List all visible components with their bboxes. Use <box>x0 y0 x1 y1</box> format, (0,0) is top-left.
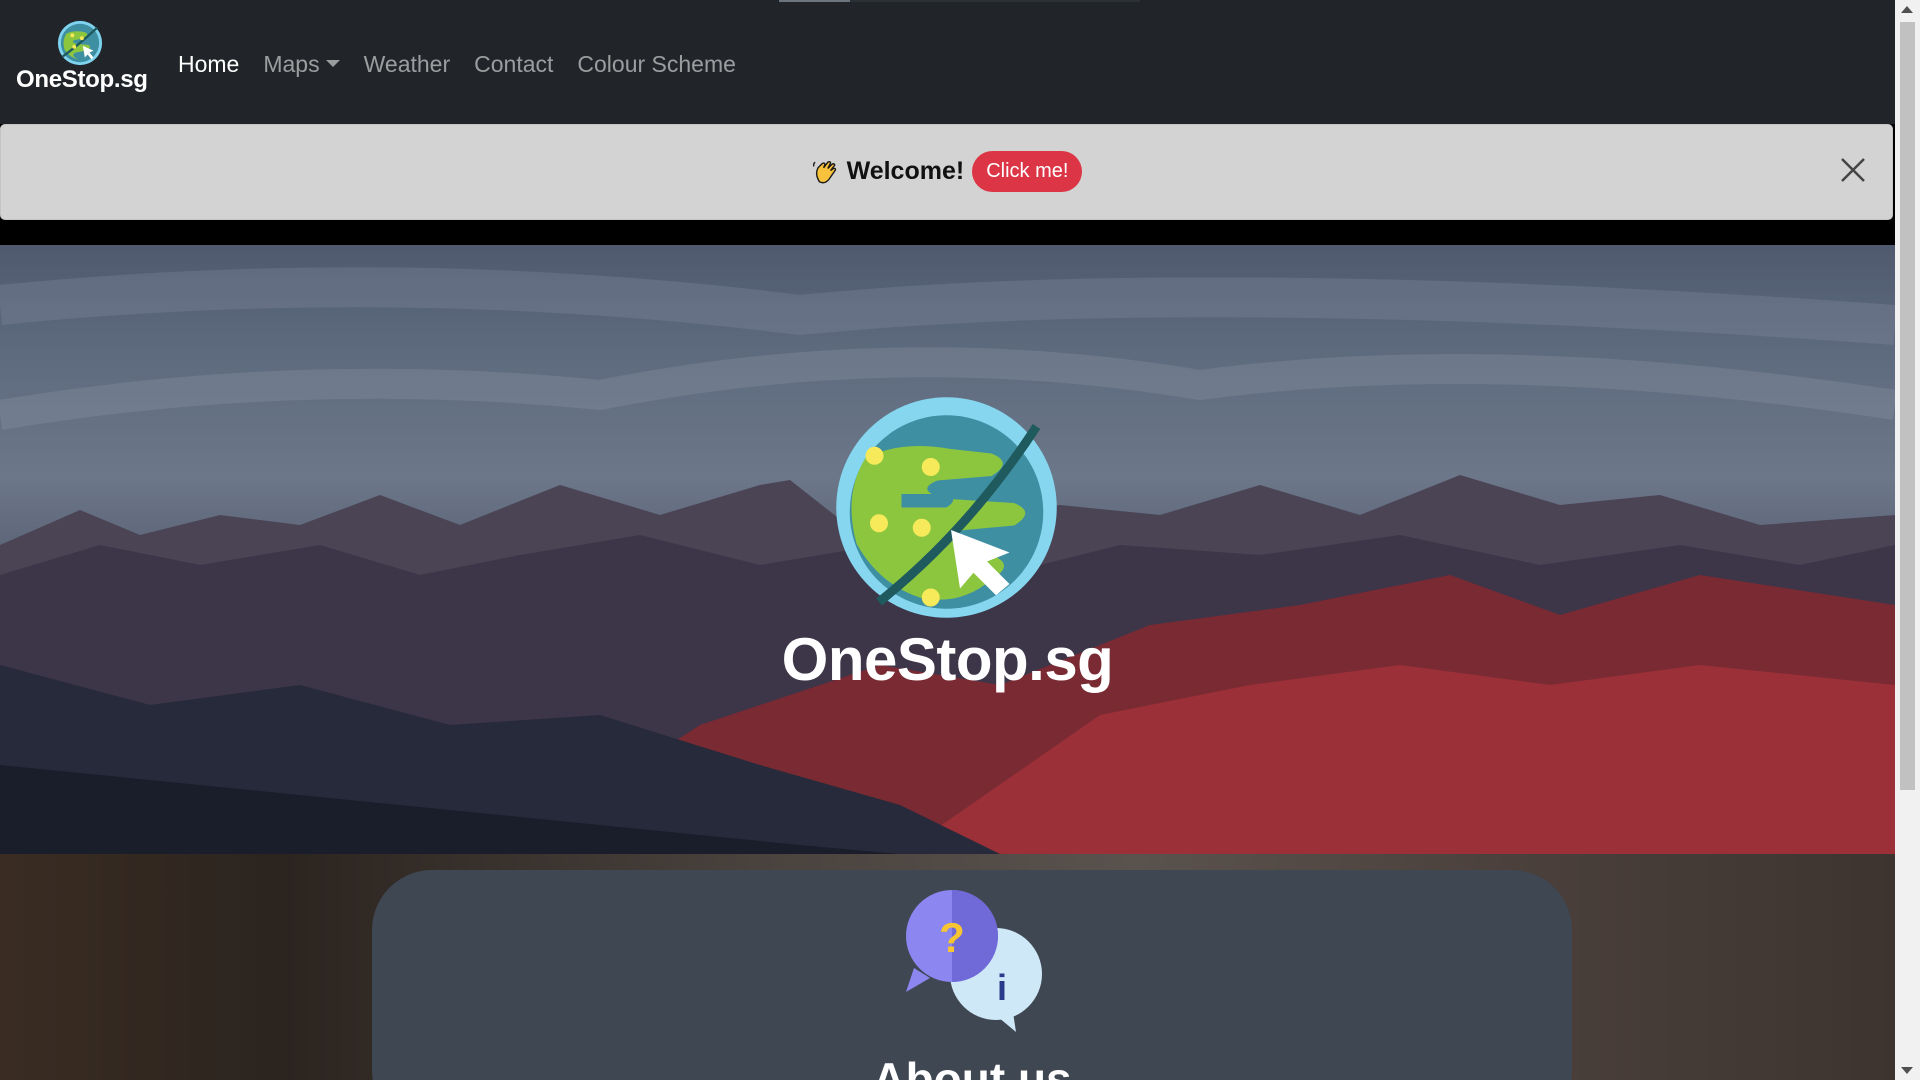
about-card: ? i About us <box>372 870 1572 1080</box>
globe-cursor-icon <box>836 397 1057 618</box>
scroll-up-arrow-icon[interactable] <box>1901 6 1913 13</box>
scrollbar-thumb[interactable] <box>1900 22 1915 790</box>
navbar: OneStop.sg Home Maps Weather Contact Col… <box>0 0 1895 124</box>
brand-text: OneStop.sg <box>16 66 148 93</box>
nav-links: Home Maps Weather Contact Colour Scheme <box>166 44 748 84</box>
hero-banner: OneStop.sg <box>0 245 1895 854</box>
svg-text:i: i <box>997 967 1007 1008</box>
chevron-down-icon <box>325 60 340 68</box>
nav-maps-dropdown[interactable]: Maps <box>251 44 351 84</box>
nav-weather[interactable]: Weather <box>352 44 463 84</box>
about-title: About us <box>872 1053 1072 1080</box>
scroll-down-arrow-icon[interactable] <box>1901 1067 1913 1074</box>
question-info-bubbles-icon: ? i <box>906 890 1042 1032</box>
top-progress-track <box>850 0 1140 2</box>
svg-text:?: ? <box>939 914 965 961</box>
page-scrollbar[interactable] <box>1895 0 1920 1080</box>
nav-maps-label: Maps <box>263 51 320 77</box>
hero-title: OneStop.sg <box>781 626 1114 693</box>
alert-content: Welcome! Click me! <box>1 151 1892 192</box>
waving-hand-icon <box>812 160 836 183</box>
brand-link[interactable]: OneStop.sg <box>16 16 148 96</box>
nav-contact[interactable]: Contact <box>462 44 565 84</box>
click-me-button[interactable]: Click me! <box>972 151 1083 192</box>
close-icon[interactable] <box>1838 155 1868 185</box>
nav-home[interactable]: Home <box>166 44 251 84</box>
globe-logo-icon <box>57 20 103 66</box>
welcome-alert: Welcome! Click me! <box>0 124 1893 220</box>
welcome-text: Welcome! <box>846 157 965 185</box>
nav-colour-scheme[interactable]: Colour Scheme <box>565 44 748 84</box>
top-progress-indicator <box>779 0 850 2</box>
about-section: ? i About us <box>0 854 1895 1080</box>
